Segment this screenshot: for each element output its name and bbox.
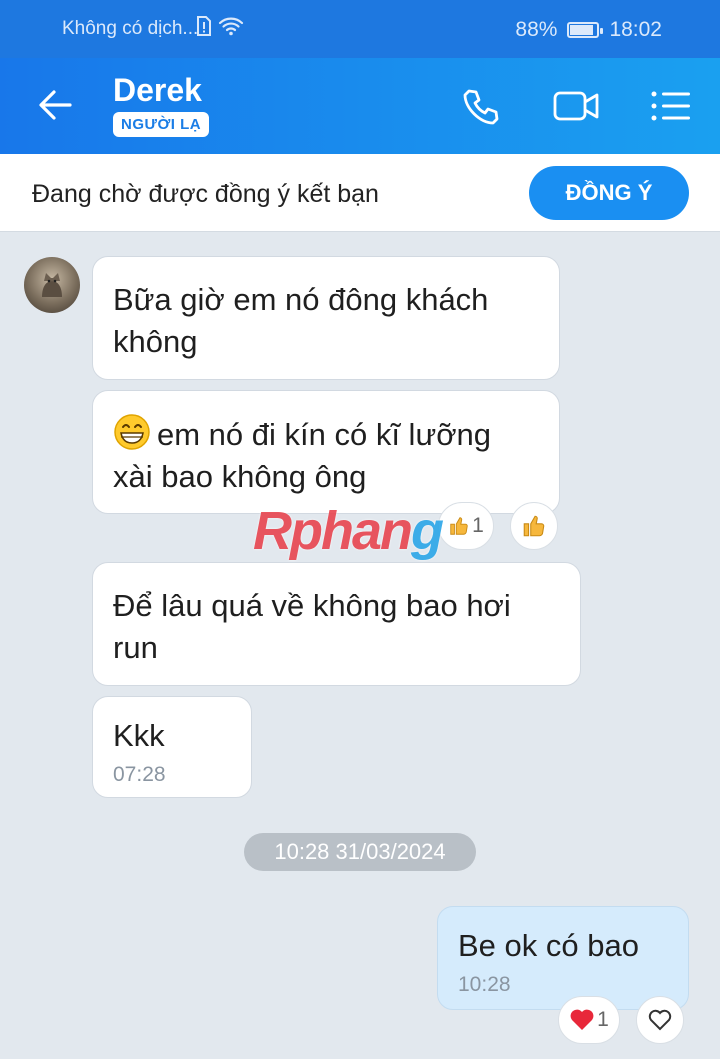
chat-header: Derek NGƯỜI LẠ bbox=[0, 58, 720, 154]
message-text: em nó đi kín có kĩ lưỡng xài bao không ô… bbox=[113, 417, 492, 494]
message-bubble[interactable]: em nó đi kín có kĩ lưỡng xài bao không ô… bbox=[92, 390, 560, 514]
heart-icon bbox=[570, 1009, 594, 1030]
message-text: Be ok có bao bbox=[458, 928, 639, 963]
friend-request-text: Đang chờ được đồng ý kết bạn bbox=[32, 180, 379, 208]
clock: 18:02 bbox=[609, 18, 662, 41]
status-bar: Không có dịch... 88% 18:02 bbox=[0, 0, 720, 58]
reaction-count: 1 bbox=[472, 514, 484, 537]
accept-friend-button[interactable]: ĐỒNG Ý bbox=[529, 166, 689, 220]
video-call-icon[interactable] bbox=[552, 86, 602, 126]
watermark-logo: Rphang bbox=[253, 500, 444, 562]
thumbs-up-icon bbox=[450, 517, 468, 535]
sim-alert-icon bbox=[197, 16, 211, 36]
contact-name[interactable]: Derek bbox=[113, 72, 202, 109]
reaction-summary[interactable]: 1 bbox=[438, 502, 494, 550]
battery-icon bbox=[567, 22, 604, 38]
message-text: Kkk bbox=[113, 718, 165, 753]
watermark-part2: g bbox=[411, 501, 444, 561]
wifi-icon bbox=[218, 17, 244, 36]
reaction-count: 1 bbox=[597, 1008, 609, 1031]
thumbs-up-icon bbox=[523, 515, 545, 537]
friend-request-bar: Đang chờ được đồng ý kết bạn ĐỒNG Ý bbox=[0, 154, 720, 232]
message-bubble[interactable]: Để lâu quá về không bao hơi run bbox=[92, 562, 581, 686]
grin-emoji-icon bbox=[114, 414, 150, 450]
reaction-summary[interactable]: 1 bbox=[558, 996, 620, 1044]
my-message-bubble[interactable]: Be ok có bao 10:28 bbox=[437, 906, 689, 1010]
stranger-badge: NGƯỜI LẠ bbox=[113, 112, 210, 137]
phone-icon[interactable] bbox=[460, 86, 502, 128]
status-icons bbox=[196, 16, 244, 36]
message-text: Bữa giờ em nó đông khách không bbox=[113, 282, 489, 359]
message-bubble[interactable]: Kkk 07:28 bbox=[92, 696, 252, 798]
contact-avatar[interactable] bbox=[24, 257, 80, 313]
cat-avatar-image bbox=[42, 273, 62, 297]
message-time: 07:28 bbox=[113, 763, 166, 786]
heart-outline-icon bbox=[648, 1009, 672, 1031]
status-right: 88% 18:02 bbox=[515, 18, 662, 42]
message-time: 10:28 bbox=[458, 973, 511, 996]
message-text: Để lâu quá về không bao hơi run bbox=[113, 588, 511, 665]
heart-react-button[interactable] bbox=[636, 996, 684, 1044]
watermark-part1: Rphan bbox=[253, 501, 413, 561]
like-react-button[interactable] bbox=[510, 502, 558, 550]
back-arrow-icon[interactable] bbox=[36, 86, 74, 124]
battery-percent: 88% bbox=[515, 18, 558, 41]
message-bubble[interactable]: Bữa giờ em nó đông khách không bbox=[92, 256, 560, 380]
carrier-text: Không có dịch... bbox=[62, 18, 199, 39]
menu-icon[interactable] bbox=[650, 86, 692, 126]
date-separator: 10:28 31/03/2024 bbox=[244, 833, 476, 871]
